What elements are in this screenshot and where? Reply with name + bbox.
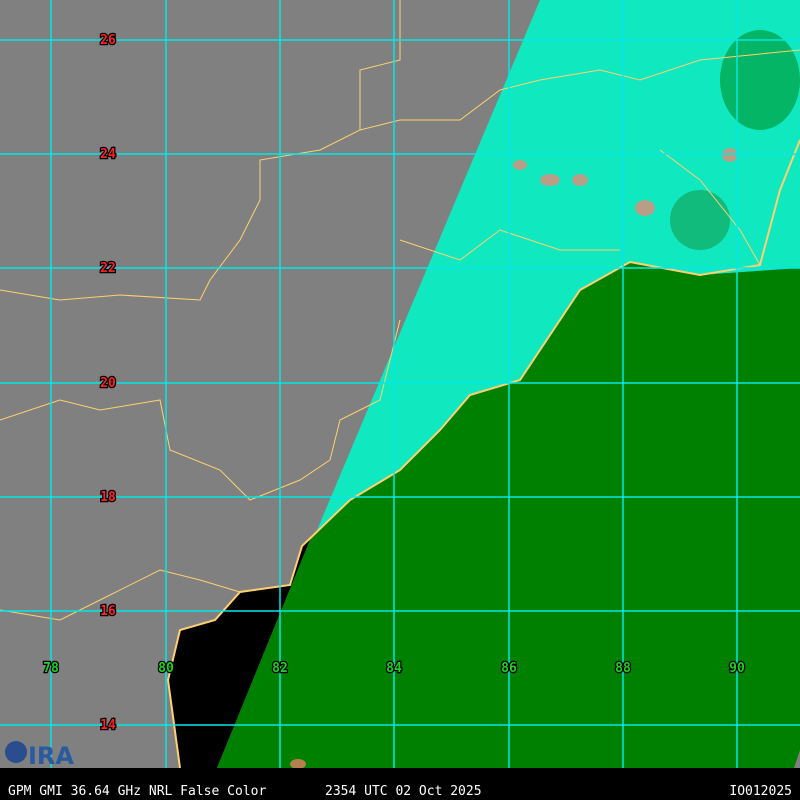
image-id: IO012025 xyxy=(729,784,792,799)
lon-label: 90 xyxy=(729,661,745,676)
lat-label: 26 xyxy=(100,33,116,48)
lat-label: 14 xyxy=(100,718,116,733)
lon-label: 78 xyxy=(43,661,59,676)
timestamp: 2354 UTC 02 Oct 2025 xyxy=(325,784,482,799)
lat-label: 18 xyxy=(100,490,116,505)
lon-label: 86 xyxy=(501,661,517,676)
lat-label: 20 xyxy=(100,376,116,391)
satellite-map: 26 24 22 20 18 16 14 78 80 82 84 86 88 9… xyxy=(0,0,800,768)
footer-bar: GPM GMI 36.64 GHz NRL False Color 2354 U… xyxy=(0,768,800,800)
lon-label: 82 xyxy=(272,661,288,676)
lat-label: 24 xyxy=(100,147,116,162)
lon-label: 84 xyxy=(386,661,402,676)
product-label: GPM GMI 36.64 GHz NRL False Color xyxy=(8,784,267,799)
lat-label: 22 xyxy=(100,261,116,276)
lon-label: 88 xyxy=(615,661,631,676)
svg-text:IRA: IRA xyxy=(28,742,74,768)
lat-label: 16 xyxy=(100,604,116,619)
lon-label: 80 xyxy=(158,661,174,676)
